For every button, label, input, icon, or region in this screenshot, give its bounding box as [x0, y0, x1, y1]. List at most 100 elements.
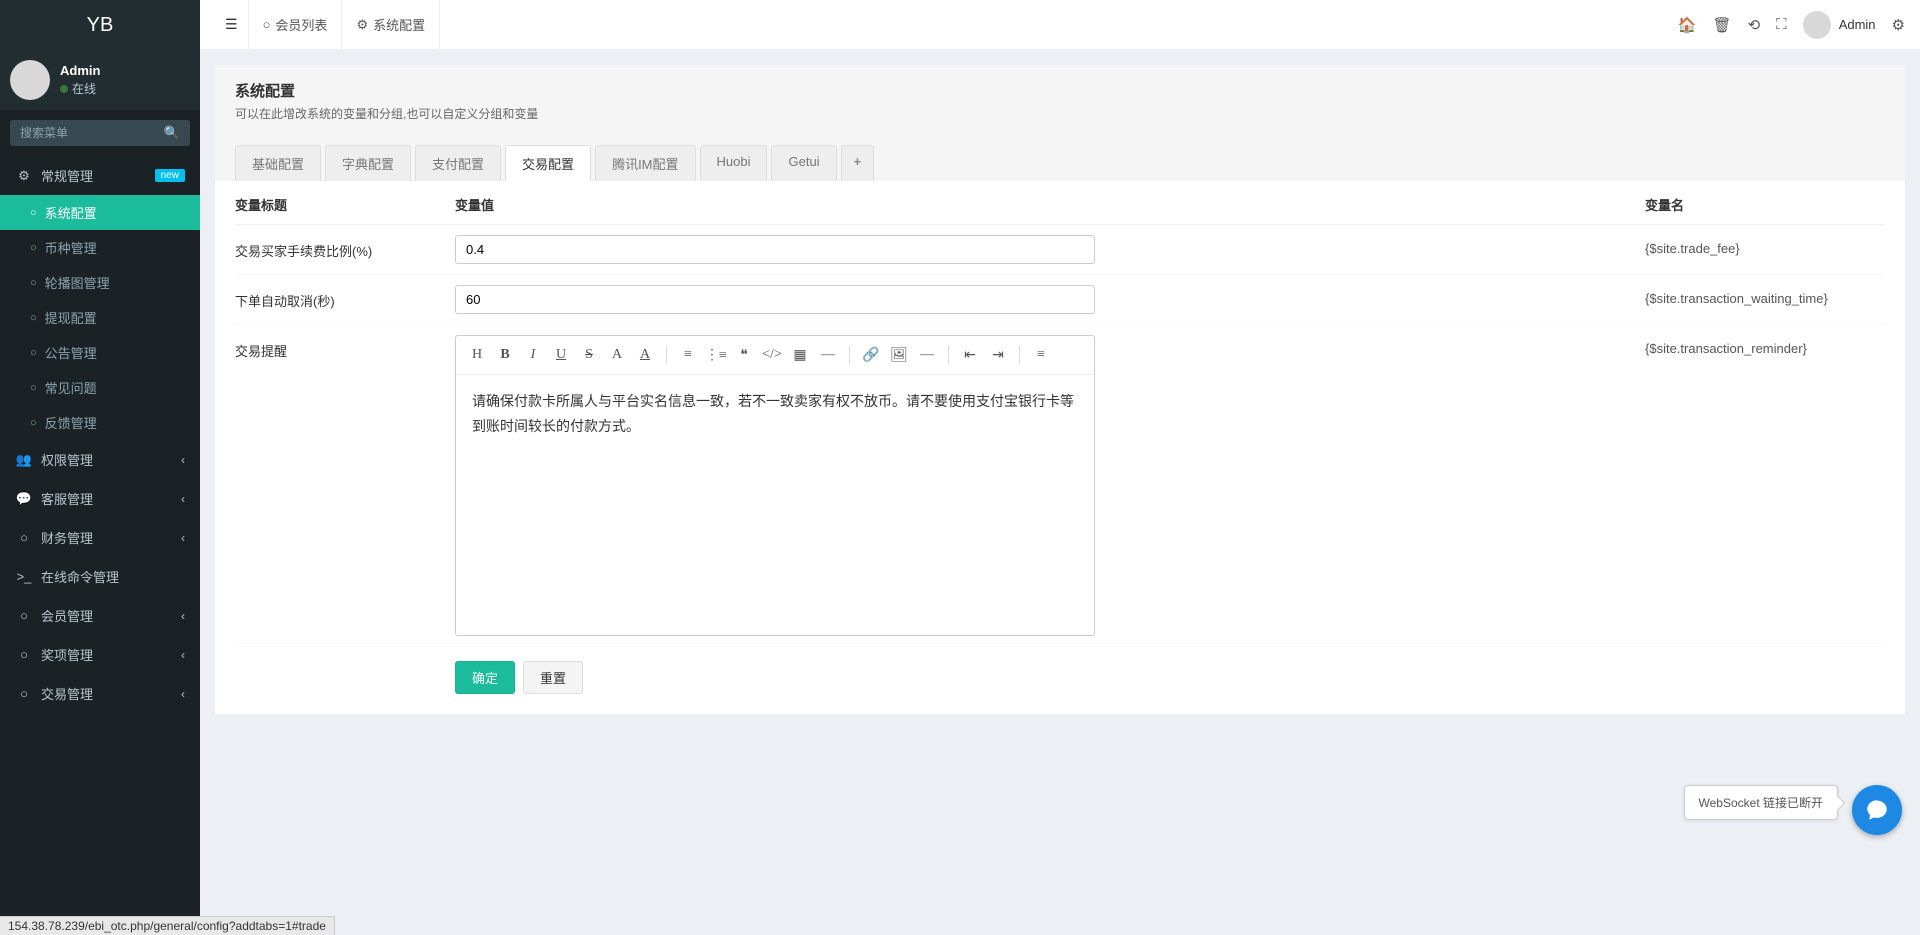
nav-sublabel: 反馈管理 — [45, 413, 97, 432]
tab-icon: ○ — [263, 17, 271, 32]
submit-button[interactable]: 确定 — [455, 661, 515, 694]
form-row: 交易提醒 HBIUSAA≡⋮≡❝</>▦—🔗🖼—⇤⇥≡ 请确保付款卡所属人与平台… — [235, 325, 1885, 647]
tab-icon: ⚙ — [356, 17, 368, 33]
trash-icon[interactable]: 🗑 — [1713, 16, 1732, 34]
nav-label: 会员管理 — [41, 606, 93, 625]
sidebar-subitem[interactable]: ○ 系统配置 — [0, 195, 200, 230]
editor-tool[interactable]: ⇤ — [957, 342, 983, 368]
editor-tool[interactable]: ≡ — [1028, 342, 1054, 368]
text-input[interactable] — [455, 285, 1095, 314]
home-icon[interactable]: 🏠 — [1678, 16, 1697, 34]
add-tab-button[interactable]: + — [841, 145, 875, 181]
nav-badge: new — [155, 169, 185, 182]
config-tab[interactable]: 基础配置 — [235, 145, 321, 181]
editor-tool[interactable]: ⋮≡ — [703, 342, 729, 368]
form-row: 交易买家手续费比例(%) {$site.trade_fee} — [235, 225, 1885, 275]
topbar-user[interactable]: Admin — [1803, 11, 1876, 39]
nav-sublabel: 公告管理 — [45, 343, 97, 362]
editor-tool[interactable]: ▦ — [787, 342, 813, 368]
sidebar-subitem[interactable]: ○公告管理 — [0, 335, 200, 370]
sidebar-item[interactable]: ○财务管理‹ — [0, 518, 200, 557]
websocket-toast: WebSocket 链接已断开 — [1684, 785, 1838, 820]
editor-tool[interactable]: ⇥ — [985, 342, 1011, 368]
row-varname: {$site.transaction_waiting_time} — [1645, 285, 1885, 306]
nav-label: 交易管理 — [41, 684, 93, 703]
nav-sublabel: 提现配置 — [45, 308, 97, 327]
config-tab[interactable]: 支付配置 — [415, 145, 501, 181]
search-box: 🔍 — [10, 120, 190, 146]
settings-icon[interactable]: ⚙ — [1892, 16, 1905, 34]
nav-icon: 👥 — [15, 452, 33, 468]
chevron-left-icon: ‹ — [181, 687, 185, 701]
row-label: 下单自动取消(秒) — [235, 285, 455, 310]
config-tab[interactable]: Getui — [771, 145, 836, 181]
statusbar: 154.38.78.239/ebi_otc.php/general/config… — [0, 916, 335, 935]
sidebar-item[interactable]: ○奖项管理‹ — [0, 635, 200, 674]
top-tab[interactable]: ⚙系统配置 — [342, 0, 440, 50]
editor-tool[interactable]: A — [604, 342, 630, 368]
sidebar-subitem[interactable]: ○ 反馈管理 — [0, 405, 200, 440]
avatar[interactable] — [10, 60, 50, 100]
nav-icon: ○ — [15, 608, 33, 623]
config-panel: 系统配置 可以在此增改系统的变量和分组,也可以自定义分组和变量 基础配置字典配置… — [215, 65, 1905, 714]
editor-tool[interactable]: H — [464, 342, 490, 368]
form-header-row: 变量标题 变量值 变量名 — [235, 181, 1885, 225]
chat-bubble-button[interactable] — [1852, 785, 1902, 835]
config-tab[interactable]: Huobi — [700, 145, 768, 181]
editor-tool[interactable]: B — [492, 342, 518, 368]
row-varname: {$site.trade_fee} — [1645, 235, 1885, 256]
sidebar-item[interactable]: 💬客服管理‹ — [0, 479, 200, 518]
editor-tool[interactable]: A — [632, 342, 658, 368]
sidebar-subitem[interactable]: ○轮播图管理 — [0, 265, 200, 300]
config-tab[interactable]: 腾讯IM配置 — [595, 145, 695, 181]
sidebar-subitem[interactable]: ○常见问题 — [0, 370, 200, 405]
rich-editor: HBIUSAA≡⋮≡❝</>▦—🔗🖼—⇤⇥≡ 请确保付款卡所属人与平台实名信息一… — [455, 335, 1095, 636]
sidebar-item[interactable]: ⚙常规管理new — [0, 156, 200, 195]
brand-logo[interactable]: YB — [0, 0, 200, 50]
sidebar-item[interactable]: ○会员管理‹ — [0, 596, 200, 635]
nav-sublabel: 系统配置 — [45, 203, 97, 222]
editor-tool[interactable]: I — [520, 342, 546, 368]
circle-icon: ○ — [30, 417, 37, 429]
circle-icon: ○ — [30, 277, 37, 289]
editor-content[interactable]: 请确保付款卡所属人与平台实名信息一致，若不一致卖家有权不放币。请不要使用支付宝银… — [456, 375, 1094, 635]
nav-icon: >_ — [15, 569, 33, 584]
editor-tool[interactable]: — — [815, 342, 841, 368]
config-tab[interactable]: 交易配置 — [505, 145, 591, 181]
config-tab[interactable]: 字典配置 — [325, 145, 411, 181]
hamburger-icon[interactable]: ☰ — [215, 16, 248, 33]
nav-menu: ⚙常规管理new○系统配置○币种管理○轮播图管理○提现配置○公告管理○常见问题○… — [0, 156, 200, 713]
nav-label: 客服管理 — [41, 489, 93, 508]
circle-icon: ○ — [30, 382, 37, 394]
sidebar-item[interactable]: 👥权限管理‹ — [0, 440, 200, 479]
nav-icon: ○ — [15, 686, 33, 701]
search-icon[interactable]: 🔍 — [164, 125, 180, 141]
fullscreen-icon[interactable]: ⛶ — [1776, 16, 1787, 33]
nav-icon: ○ — [15, 530, 33, 545]
editor-tool[interactable]: </> — [759, 342, 785, 368]
sidebar-item[interactable]: >_在线命令管理 — [0, 557, 200, 596]
editor-tool[interactable]: S — [576, 342, 602, 368]
text-input[interactable] — [455, 235, 1095, 264]
panel-desc: 可以在此增改系统的变量和分组,也可以自定义分组和变量 — [235, 105, 1885, 122]
refresh-icon[interactable]: ⟲ — [1748, 16, 1761, 34]
editor-tool[interactable]: ❝ — [731, 342, 757, 368]
editor-tool[interactable]: ≡ — [675, 342, 701, 368]
row-varname: {$site.transaction_reminder} — [1645, 335, 1885, 356]
circle-icon: ○ — [30, 207, 37, 219]
chevron-left-icon: ‹ — [181, 453, 185, 467]
chevron-left-icon: ‹ — [181, 531, 185, 545]
editor-tool[interactable]: 🖼 — [886, 342, 912, 368]
sidebar-subitem[interactable]: ○币种管理 — [0, 230, 200, 265]
reset-button[interactable]: 重置 — [523, 661, 583, 694]
nav-sublabel: 币种管理 — [45, 238, 97, 257]
top-tab[interactable]: ○会员列表 — [248, 0, 343, 50]
sidebar-subitem[interactable]: ○提现配置 — [0, 300, 200, 335]
user-name: Admin — [60, 63, 100, 78]
editor-tool[interactable]: — — [914, 342, 940, 368]
form-row: 下单自动取消(秒) {$site.transaction_waiting_tim… — [235, 275, 1885, 325]
row-label: 交易提醒 — [235, 335, 455, 360]
editor-tool[interactable]: U — [548, 342, 574, 368]
sidebar-item[interactable]: ○ 交易管理 ‹ — [0, 674, 200, 713]
editor-tool[interactable]: 🔗 — [858, 342, 884, 368]
